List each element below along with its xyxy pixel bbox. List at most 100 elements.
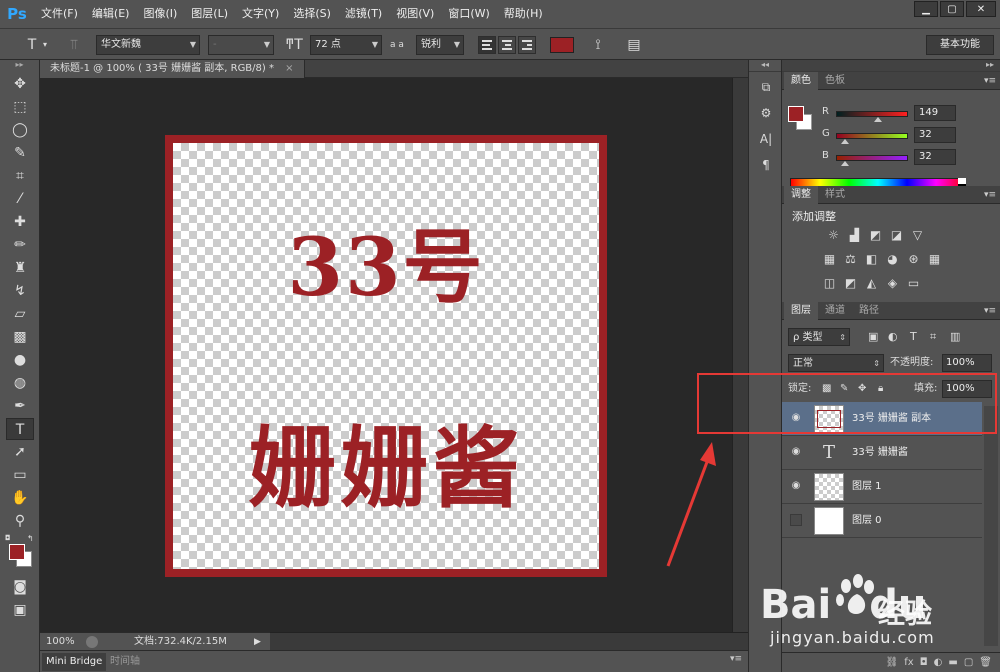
hue-saturation-icon[interactable]: ▦ xyxy=(822,252,837,266)
canvas-text-line1[interactable]: 33号 xyxy=(173,203,599,319)
tab-paths[interactable]: 路径 xyxy=(852,302,886,320)
clone-stamp-tool-icon[interactable]: ♜ xyxy=(6,257,34,279)
pen-tool-icon[interactable]: ✒ xyxy=(6,395,34,417)
panel-menu-icon[interactable]: ▾≡ xyxy=(984,72,996,90)
type-tool-preset-icon[interactable]: T xyxy=(22,35,42,55)
color-balance-icon[interactable]: ⚖ xyxy=(843,252,858,266)
layer-row-text[interactable]: ◉ T 33号 姗姗酱 xyxy=(782,436,982,470)
close-button[interactable]: ✕ xyxy=(966,1,996,17)
zoom-tool-icon[interactable]: ⚲ xyxy=(6,510,34,532)
character-panel-icon[interactable]: ▤ xyxy=(624,35,644,55)
dodge-tool-icon[interactable]: ◍ xyxy=(6,372,34,394)
levels-icon[interactable]: ▟ xyxy=(847,228,862,242)
color-lookup-icon[interactable]: ▦ xyxy=(927,252,942,266)
document-tab[interactable]: 未标题-1 @ 100% ( 33号 姗姗酱 副本, RGB/8) * × xyxy=(40,60,305,78)
layer-row-layer1[interactable]: ◉ 图层 1 xyxy=(782,470,982,504)
posterize-icon[interactable]: ◩ xyxy=(843,276,858,290)
green-slider-thumb[interactable] xyxy=(841,139,850,144)
vertical-scrollbar[interactable] xyxy=(732,78,748,632)
filter-adjustment-icon[interactable]: ◐ xyxy=(888,328,898,346)
tab-channels[interactable]: 通道 xyxy=(818,302,852,320)
tab-color[interactable]: 颜色 xyxy=(784,72,818,90)
gradient-map-icon[interactable]: ▭ xyxy=(906,276,921,290)
brush-tool-icon[interactable]: ✏ xyxy=(6,234,34,256)
right-dock-expand-icon[interactable]: ▸▸ xyxy=(782,60,1000,72)
workspace-button[interactable]: 基本功能 xyxy=(926,35,994,55)
tab-styles[interactable]: 样式 xyxy=(818,186,852,204)
paragraph-panel-icon[interactable]: ¶ xyxy=(753,154,779,176)
menu-type[interactable]: 文字(Y) xyxy=(235,0,286,28)
canvas-area[interactable]: 33号 姗姗酱 xyxy=(40,78,732,632)
visibility-off-icon[interactable] xyxy=(790,514,802,526)
antialias-select[interactable]: 锐利 ▼ xyxy=(416,35,464,55)
marquee-tool-icon[interactable]: ⬚ xyxy=(6,96,34,118)
close-tab-icon[interactable]: × xyxy=(285,63,293,74)
green-value-input[interactable]: 32 xyxy=(914,127,956,143)
text-color-swatch[interactable] xyxy=(550,37,574,53)
font-family-select[interactable]: 华文新魏 ▼ xyxy=(96,35,200,55)
invert-icon[interactable]: ◫ xyxy=(822,276,837,290)
menu-filter[interactable]: 滤镜(T) xyxy=(338,0,389,28)
maximize-button[interactable]: ▢ xyxy=(940,1,964,17)
preset-dropdown-arrow-icon[interactable]: ▾ xyxy=(40,35,50,55)
crop-tool-icon[interactable]: ⌗ xyxy=(6,165,34,187)
blue-value-input[interactable]: 32 xyxy=(914,149,956,165)
default-colors-icon[interactable]: ◘ xyxy=(5,534,11,542)
type-tool-icon[interactable]: T xyxy=(6,418,34,440)
toggle-text-orientation-icon[interactable]: ⫪ xyxy=(64,35,84,55)
font-size-select[interactable]: 72 点 ▼ xyxy=(310,35,382,55)
menu-help[interactable]: 帮助(H) xyxy=(497,0,550,28)
transparent-canvas[interactable]: 33号 姗姗酱 xyxy=(173,143,599,569)
exposure-icon[interactable]: ◪ xyxy=(889,228,904,242)
menu-view[interactable]: 视图(V) xyxy=(389,0,441,28)
threshold-icon[interactable]: ◭ xyxy=(864,276,879,290)
opacity-input[interactable]: 100% xyxy=(942,354,992,372)
warp-text-icon[interactable]: ⟟ xyxy=(588,35,608,55)
menu-select[interactable]: 选择(S) xyxy=(286,0,338,28)
layer-kind-filter[interactable]: ρ 类型 ⇕ xyxy=(788,328,850,346)
filter-type-icon[interactable]: T xyxy=(910,328,917,346)
layer-row-layer0[interactable]: 图层 0 xyxy=(782,504,982,538)
align-left-button[interactable] xyxy=(478,36,496,54)
eyedropper-tool-icon[interactable]: ⁄ xyxy=(6,188,34,210)
properties-panel-icon[interactable]: ⚙ xyxy=(753,102,779,124)
filter-pixel-icon[interactable]: ▣ xyxy=(868,328,878,346)
history-brush-tool-icon[interactable]: ↯ xyxy=(6,280,34,302)
photo-filter-icon[interactable]: ◕ xyxy=(885,252,900,266)
tab-adjustments[interactable]: 调整 xyxy=(784,186,818,204)
font-style-select[interactable]: - ▼ xyxy=(208,35,274,55)
panel-menu-icon[interactable]: ▾≡ xyxy=(984,186,996,204)
red-slider[interactable] xyxy=(836,111,908,117)
align-center-button[interactable] xyxy=(498,36,516,54)
screen-mode-icon[interactable]: ▣ xyxy=(6,599,34,621)
visibility-eye-icon[interactable]: ◉ xyxy=(790,446,802,458)
status-menu-arrow-icon[interactable]: ▶ xyxy=(254,633,261,651)
channel-mixer-icon[interactable]: ⊛ xyxy=(906,252,921,266)
vibrance-icon[interactable]: ▽ xyxy=(910,228,925,242)
panel-menu-icon[interactable]: ▾≡ xyxy=(730,654,742,664)
filter-smart-object-icon[interactable]: ▥ xyxy=(950,328,960,346)
tab-layers[interactable]: 图层 xyxy=(784,302,818,320)
move-tool-icon[interactable]: ✥ xyxy=(6,73,34,95)
swap-colors-icon[interactable]: ↰ xyxy=(27,534,34,543)
black-white-icon[interactable]: ◧ xyxy=(864,252,879,266)
tab-swatches[interactable]: 色板 xyxy=(818,72,852,90)
selective-color-icon[interactable]: ◈ xyxy=(885,276,900,290)
red-slider-thumb[interactable] xyxy=(874,117,883,122)
eraser-tool-icon[interactable]: ▱ xyxy=(6,303,34,325)
brightness-icon[interactable]: ☼ xyxy=(826,228,841,242)
document-canvas[interactable]: 33号 姗姗酱 xyxy=(165,135,607,577)
menu-image[interactable]: 图像(I) xyxy=(136,0,184,28)
color-picker[interactable]: ◘ ↰ xyxy=(3,534,37,572)
menu-edit[interactable]: 编辑(E) xyxy=(85,0,137,28)
blue-slider-thumb[interactable] xyxy=(841,161,850,166)
dock-collapse-icon[interactable]: ◂◂ xyxy=(749,60,781,72)
minimize-button[interactable]: ▁ xyxy=(914,1,938,17)
hand-tool-icon[interactable]: ✋ xyxy=(6,487,34,509)
quick-mask-icon[interactable]: ◙ xyxy=(6,576,34,598)
visibility-eye-icon[interactable]: ◉ xyxy=(790,480,802,492)
filter-shape-icon[interactable]: ⌗ xyxy=(930,328,936,346)
foreground-color-swatch[interactable] xyxy=(9,544,25,560)
panel-menu-icon[interactable]: ▾≡ xyxy=(984,302,996,320)
tab-timeline[interactable]: 时间轴 xyxy=(106,653,144,671)
